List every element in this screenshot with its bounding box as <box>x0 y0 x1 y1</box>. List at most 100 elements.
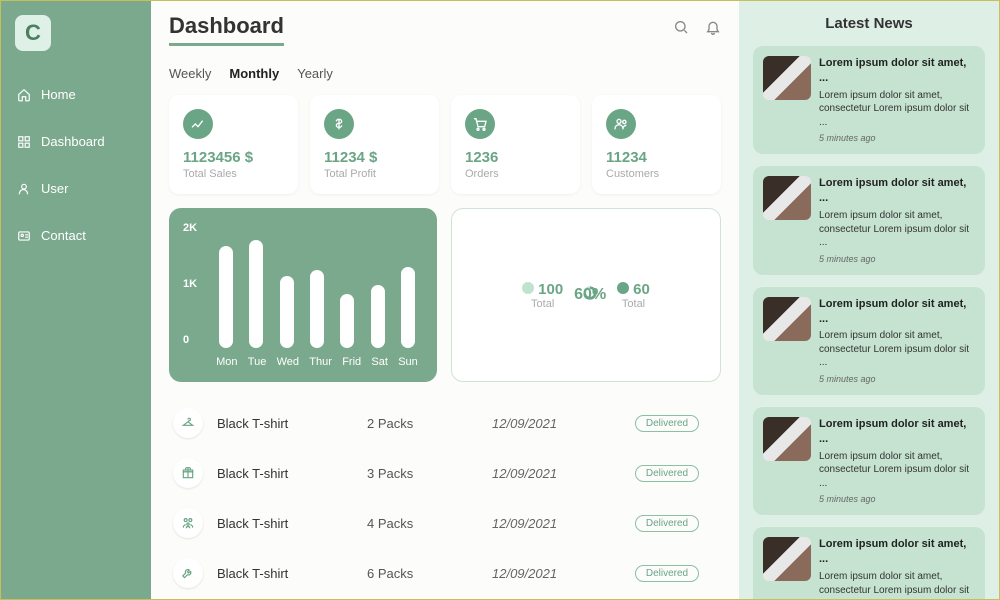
news-body: Lorem ipsum dolor sit amet, consectetur … <box>819 570 975 599</box>
x-label: Thur <box>309 356 332 368</box>
order-name: Black T-shirt <box>217 466 367 481</box>
legend-label: Total <box>531 298 554 310</box>
orders-list: Black T-shirt2 Packs12/09/2021DeliveredB… <box>169 398 721 598</box>
order-row[interactable]: Black T-shirt6 Packs12/09/2021Delivered <box>169 548 721 598</box>
x-label: Sat <box>371 356 388 368</box>
donut-graphic: 60% <box>583 286 597 305</box>
news-headline: Lorem ipsum dolor sit amet, ... <box>819 537 975 567</box>
sidebar-item-home[interactable]: Home <box>11 77 141 112</box>
news-thumbnail <box>763 417 811 461</box>
weekly-bar-chart: 2K 1K 0 MonTueWedThurFridSatSun <box>169 208 437 382</box>
gift-icon <box>173 458 203 488</box>
news-body: Lorem ipsum dolor sit amet, consectetur … <box>819 89 975 130</box>
donut-chart: 100 Total 60% 60 Total <box>451 208 721 382</box>
status-badge: Delivered <box>635 415 699 432</box>
sidebar-item-user[interactable]: User <box>11 171 141 206</box>
app-logo: C <box>15 15 51 51</box>
home-icon <box>17 88 31 102</box>
news-time: 5 minutes ago <box>819 493 975 505</box>
stat-value: 1236 <box>465 149 566 166</box>
news-item[interactable]: Lorem ipsum dolor sit amet, ...Lorem ips… <box>753 46 985 154</box>
order-name: Black T-shirt <box>217 566 367 581</box>
donut-legend-left: 100 Total <box>522 281 563 310</box>
bar <box>219 246 233 348</box>
order-qty: 4 Packs <box>367 516 492 531</box>
order-row[interactable]: Black T-shirt4 Packs12/09/2021 Delivered <box>169 498 721 548</box>
legend-value: 60 <box>633 281 650 298</box>
news-headline: Lorem ipsum dolor sit amet, ... <box>819 417 975 447</box>
main-content: Dashboard Weekly Monthly Yearly 1123456 … <box>151 1 739 599</box>
news-time: 5 minutes ago <box>819 253 975 265</box>
order-status: Delivered <box>617 565 717 582</box>
order-status: Delivered <box>617 515 717 532</box>
news-headline: Lorem ipsum dolor sit amet, ... <box>819 176 975 206</box>
order-date: 12/09/2021 <box>492 566 617 581</box>
news-panel: Latest News Lorem ipsum dolor sit amet, … <box>739 1 999 599</box>
sidebar-item-label: User <box>41 181 68 196</box>
news-body: Lorem ipsum dolor sit amet, consectetur … <box>819 329 975 370</box>
user-icon <box>17 182 31 196</box>
tool-icon <box>173 558 203 588</box>
order-date: 12/09/2021 <box>492 466 617 481</box>
news-time: 5 minutes ago <box>819 373 975 385</box>
news-item[interactable]: Lorem ipsum dolor sit amet, ... Lorem ips… <box>753 527 985 599</box>
legend-value: 100 <box>538 281 563 298</box>
period-tabs: Weekly Monthly Yearly <box>169 66 721 81</box>
tab-yearly[interactable]: Yearly <box>297 66 333 81</box>
family-icon <box>173 508 203 538</box>
stat-total-sales[interactable]: 1123456 $ Total Sales <box>169 95 298 194</box>
tab-weekly[interactable]: Weekly <box>169 66 211 81</box>
y-tick: 2K <box>183 222 197 234</box>
stats-row: 1123456 $ Total Sales 11234 $ Total Prof… <box>169 95 721 194</box>
order-qty: 6 Packs <box>367 566 492 581</box>
order-row[interactable]: Black T-shirt3 Packs12/09/2021Delivered <box>169 448 721 498</box>
tab-monthly[interactable]: Monthly <box>229 66 279 81</box>
legend-dot-dark <box>617 282 629 294</box>
news-thumbnail <box>763 176 811 220</box>
x-label: Wed <box>277 356 299 368</box>
news-item[interactable]: Lorem ipsum dolor sit amet, ...Lorem ips… <box>753 287 985 395</box>
news-title: Latest News <box>753 15 985 32</box>
dollar-icon <box>324 109 354 139</box>
sidebar-item-label: Contact <box>41 228 86 243</box>
status-badge: Delivered <box>635 515 699 532</box>
users-icon <box>606 109 636 139</box>
y-tick: 0 <box>183 334 197 346</box>
news-thumbnail <box>763 297 811 341</box>
news-headline: Lorem ipsum dolor sit amet, ... <box>819 297 975 327</box>
order-qty: 2 Packs <box>367 416 492 431</box>
news-item[interactable]: Lorem ipsum dolor sit amet, ...Lorem ips… <box>753 166 985 274</box>
sidebar-item-dashboard[interactable]: Dashboard <box>11 124 141 159</box>
order-row[interactable]: Black T-shirt2 Packs12/09/2021Delivered <box>169 398 721 448</box>
donut-center-label: 60% <box>574 286 606 304</box>
stat-label: Total Profit <box>324 168 425 180</box>
bar <box>371 285 385 348</box>
search-icon[interactable] <box>673 19 689 40</box>
news-headline: Lorem ipsum dolor sit amet, ... <box>819 56 975 86</box>
stat-orders[interactable]: 1236 Orders <box>451 95 580 194</box>
stat-customers[interactable]: 11234 Customers <box>592 95 721 194</box>
news-time: 5 minutes ago <box>819 132 975 144</box>
news-item[interactable]: Lorem ipsum dolor sit amet, ...Lorem ips… <box>753 407 985 515</box>
sidebar-item-contact[interactable]: Contact <box>11 218 141 253</box>
news-body: Lorem ipsum dolor sit amet, consectetur … <box>819 450 975 491</box>
page-title: Dashboard <box>169 13 284 46</box>
sidebar: C Home Dashboard User Contact <box>1 1 151 599</box>
stat-value: 1123456 $ <box>183 149 284 166</box>
order-status: Delivered <box>617 415 717 432</box>
order-name: Black T-shirt <box>217 416 367 431</box>
x-label: Mon <box>216 356 237 368</box>
id-icon <box>17 229 31 243</box>
stat-total-profit[interactable]: 11234 $ Total Profit <box>310 95 439 194</box>
order-name: Black T-shirt <box>217 516 367 531</box>
news-thumbnail <box>763 537 811 581</box>
stat-value: 11234 $ <box>324 149 425 166</box>
order-status: Delivered <box>617 465 717 482</box>
bell-icon[interactable] <box>705 19 721 40</box>
news-thumbnail <box>763 56 811 100</box>
legend-label: Total <box>622 298 645 310</box>
news-body: Lorem ipsum dolor sit amet, consectetur … <box>819 209 975 250</box>
y-tick: 1K <box>183 278 197 290</box>
cart-icon <box>465 109 495 139</box>
order-date: 12/09/2021 <box>492 516 617 531</box>
